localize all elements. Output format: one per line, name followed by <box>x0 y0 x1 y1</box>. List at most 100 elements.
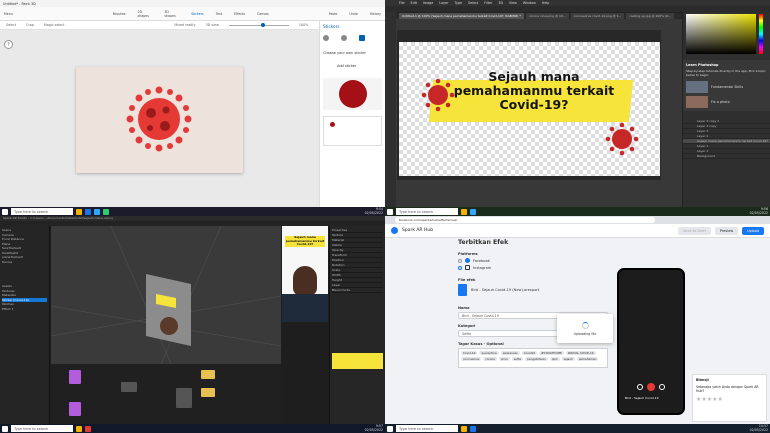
patch-node[interactable] <box>201 370 215 379</box>
inspector-panel: Properties Texture Material Visible Opac… <box>329 226 385 424</box>
taskbar: Type here to search 9:54 02/05/2022 <box>0 207 385 216</box>
file-explorer-icon[interactable] <box>76 425 82 432</box>
patch-node[interactable] <box>69 402 81 416</box>
select-tool[interactable]: Select <box>6 23 16 27</box>
tool-canvas[interactable]: Canvas <box>257 12 269 16</box>
windows-start-icon[interactable] <box>2 425 8 432</box>
photoshop-icon[interactable] <box>94 208 100 215</box>
preview-button[interactable]: Preview <box>714 226 739 235</box>
browser-icon[interactable] <box>470 425 476 432</box>
texture-category-icon[interactable] <box>341 35 347 41</box>
crop-tool[interactable]: Crop <box>26 23 34 27</box>
save-draft-button[interactable]: Save as Draft <box>678 226 711 235</box>
file-explorer-icon[interactable] <box>461 208 467 215</box>
upload-button[interactable]: Upload <box>742 226 764 235</box>
sticker-thumb[interactable] <box>323 78 382 110</box>
tool-text[interactable]: Text <box>216 12 222 16</box>
menu-window[interactable]: Window <box>523 1 536 5</box>
tab-active[interactable]: Untitled-1 @ 100% (Sejauh mana pemahaman… <box>399 13 524 19</box>
url-bar[interactable]: facebook.com/sparkarhub/effects/new/ <box>395 217 655 223</box>
zoom-level: 100% <box>298 23 309 27</box>
tutorial-item[interactable]: Fix a photo <box>686 96 767 108</box>
window-title: Untitled* - Paint 3D <box>0 0 385 7</box>
photoshop-icon[interactable] <box>470 208 476 215</box>
menu-edit[interactable]: Edit <box>411 1 417 5</box>
file-row[interactable]: Bird - Sejauh Covid-19 (New).arexport <box>458 284 608 296</box>
windows-start-icon[interactable] <box>387 208 393 215</box>
virus-sticker[interactable] <box>76 67 243 173</box>
patch-node[interactable] <box>201 388 215 397</box>
layer-row[interactable]: Background <box>683 154 770 159</box>
color-picker[interactable] <box>686 14 756 54</box>
help-icon[interactable]: ? <box>4 40 13 49</box>
taskbar-search[interactable]: Type here to search <box>11 425 73 432</box>
patch-node[interactable] <box>69 370 81 384</box>
3d-view-toggle[interactable]: 3D view <box>206 23 219 27</box>
tool-3d-shapes[interactable]: 3D shapes <box>164 10 179 18</box>
viewport[interactable] <box>50 225 282 365</box>
patch-node[interactable] <box>176 388 192 408</box>
canvas[interactable] <box>76 67 243 173</box>
browser-bar: facebook.com/sparkarhub/effects/new/ <box>385 216 770 224</box>
menu-image[interactable]: Image <box>423 1 433 5</box>
photoshop-window: File Edit Image Layer Type Select Filter 3D View… <box>385 0 770 216</box>
taskbar-search[interactable]: Type here to search <box>396 425 458 432</box>
undo-button[interactable]: Undo <box>349 12 357 16</box>
taskbar-clock: 9:54 02/05/2022 <box>364 206 383 215</box>
menu-type[interactable]: Type <box>454 1 462 5</box>
sticker-category-icon[interactable] <box>323 35 329 41</box>
magic-select-tool[interactable]: Magic select <box>44 23 65 27</box>
patch-editor[interactable] <box>51 364 281 424</box>
menu-file[interactable]: File <box>399 1 405 5</box>
mixed-reality-button[interactable]: Mixed reality <box>174 23 195 27</box>
app-icon[interactable] <box>103 208 109 215</box>
scene-item[interactable]: Device <box>2 260 47 265</box>
taskbar: Type here to search 9:56 02/05/2022 <box>385 207 770 216</box>
menu-button[interactable]: Menu <box>4 12 13 16</box>
tool-stickers[interactable]: Stickers <box>191 12 204 16</box>
menu-select[interactable]: Select <box>468 1 478 5</box>
file-explorer-icon[interactable] <box>76 208 82 215</box>
spark-logo-icon <box>391 227 398 234</box>
browser-icon[interactable] <box>85 208 91 215</box>
app-icon[interactable] <box>85 425 91 432</box>
virus-icon <box>421 78 455 112</box>
windows-start-icon[interactable] <box>2 208 8 215</box>
document-canvas[interactable]: Sejauh mana pemahamanmu terkait Covid-19? <box>399 42 660 176</box>
zoom-slider[interactable] <box>228 22 289 27</box>
tab[interactable]: corona virus.png @ 10... <box>525 13 569 19</box>
history-button[interactable]: History <box>370 12 381 16</box>
paste-button[interactable]: Paste <box>329 12 338 16</box>
custom-sticker-icon[interactable] <box>359 35 365 41</box>
rating-stars[interactable]: ★★★★★ <box>696 396 763 403</box>
tools-panel[interactable] <box>385 12 396 207</box>
texture-thumb[interactable] <box>332 353 383 369</box>
menu-view[interactable]: View <box>509 1 517 5</box>
menu-help[interactable]: Help <box>542 1 550 5</box>
platform-facebook[interactable]: Facebook <box>458 258 608 263</box>
menu-3d[interactable]: 3D <box>498 1 503 5</box>
taskbar-search[interactable]: Type here to search <box>396 208 458 215</box>
file-explorer-icon[interactable] <box>461 425 467 432</box>
tags-field[interactable]: Covid-19 quarantine awareness Covid19 #STAYA… <box>458 348 608 368</box>
tab[interactable]: casting up.jpg @ 100% (R... <box>626 13 675 19</box>
taskbar-search[interactable]: Type here to search <box>11 208 73 215</box>
simulator-preview[interactable]: Sejauh mana pemahamanmu terkait Covid-19? <box>282 226 328 322</box>
hue-slider[interactable] <box>759 14 763 54</box>
sticker-thumb[interactable] <box>323 116 382 146</box>
platform-instagram[interactable]: Instagram <box>458 265 608 270</box>
tool-effects[interactable]: Effects <box>234 12 245 16</box>
tab[interactable]: coronavirus covid-19.png @ 1... <box>570 13 625 19</box>
tool-2d-shapes[interactable]: 2D shapes <box>138 10 153 18</box>
stickers-title: Stickers <box>323 24 340 29</box>
patch-node[interactable] <box>121 382 137 392</box>
menu-filter[interactable]: Filter <box>484 1 492 5</box>
platform-label: Platforms <box>458 252 478 256</box>
asset-item[interactable]: Effect 1 <box>2 307 47 312</box>
menu-layer[interactable]: Layer <box>439 1 448 5</box>
tool-brushes[interactable]: Brushes <box>113 12 126 16</box>
windows-start-icon[interactable] <box>387 425 393 432</box>
tutorial-item[interactable]: Fundamental Skills <box>686 81 767 93</box>
taskbar: Type here to search 10:57 02/05/2022 <box>385 424 770 433</box>
add-sticker-button[interactable]: Add sticker <box>337 64 382 68</box>
